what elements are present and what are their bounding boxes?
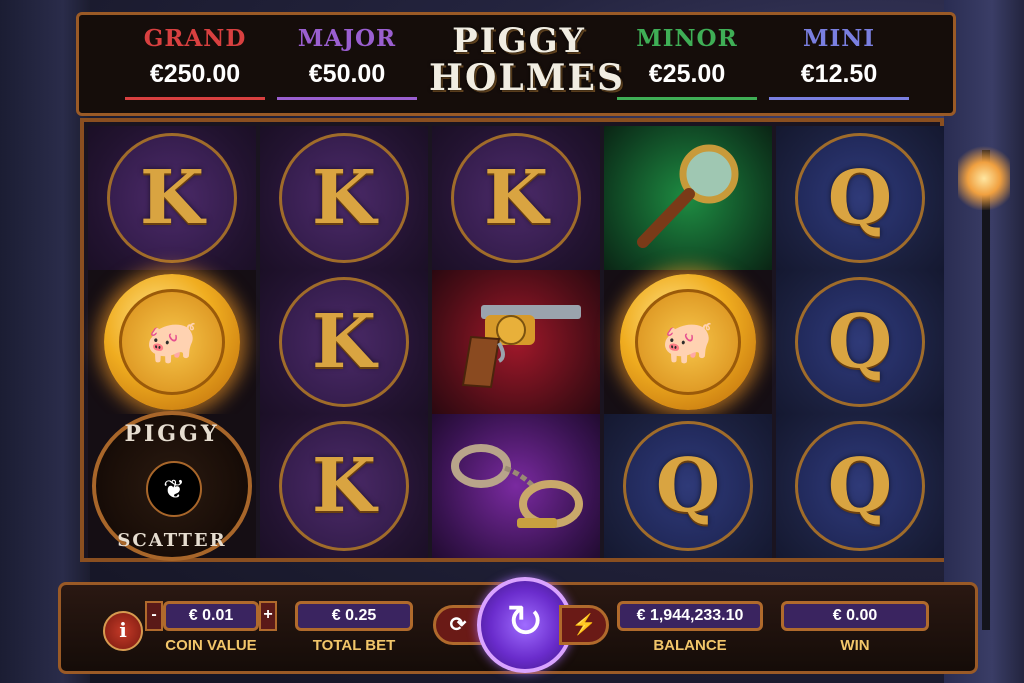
symbol-cell: K [88,126,256,270]
k-symbol: K [451,133,581,263]
lightning-icon: ⚡ [571,614,597,636]
jackpot-mini: MINI €12.50 [769,25,909,100]
reel-4: 🐖 Q [604,126,772,558]
symbol-cell [604,126,772,270]
reel-5: Q Q Q [776,126,944,558]
symbol-cell: K [260,414,428,558]
scatter-bottom-text: SCATTER [117,530,227,551]
symbol-cell: PIGGY ❦ SCATTER [88,411,256,561]
lamp-post [982,150,990,630]
symbol-cell: K [260,126,428,270]
jackpot-major-value: €50.00 [277,56,417,100]
street-lamp [958,140,1010,210]
total-bet-label: TOTAL BET [312,637,396,654]
symbol-cell: Q [776,270,944,414]
jackpot-major-label: MAJOR [297,25,397,52]
info-button[interactable]: i [103,611,143,651]
coin-value-display: € 0.01 [163,601,259,631]
handcuffs-icon [451,444,583,528]
coin-value-decrease-button[interactable]: - [145,601,163,631]
win-label: WIN [840,637,870,654]
revolver-icon [461,305,581,389]
coin-value-increase-button[interactable]: + [259,601,277,631]
q-symbol: Q [795,133,925,263]
q-symbol: Q [795,421,925,551]
spin-arrows-icon: ↻ [505,595,545,647]
autoplay-button[interactable]: ⟳ [433,605,483,645]
turbo-button[interactable]: ⚡ [559,605,609,645]
k-symbol: K [279,277,409,407]
pig-icon: 🐖 [635,289,741,395]
k-symbol: K [107,133,237,263]
hoof-print-icon: ❦ [146,461,202,517]
symbol-cell: K [432,126,600,270]
symbol-cell: K [260,270,428,414]
symbol-cell: 🐖 [88,270,256,414]
reel-2: K K K [260,126,428,558]
jackpot-mini-value: €12.50 [769,56,909,100]
game-logo: PIGGY HOLMES [429,21,625,99]
total-bet-display[interactable]: € 0.25 [295,601,413,631]
jackpot-minor-value: €25.00 [617,56,757,100]
pig-icon: 🐖 [119,289,225,395]
balance-display: € 1,944,233.10 [617,601,763,631]
symbol-cell: Q [604,414,772,558]
q-symbol: Q [623,421,753,551]
coin-value-label: COIN VALUE [165,637,257,654]
jackpot-grand-value: €250.00 [125,56,265,100]
piggy-coin-symbol: 🐖 [104,274,240,410]
logo-line-2: HOLMES [429,57,625,99]
symbol-cell: 🐖 [604,270,772,414]
jackpot-minor-label: MINOR [636,25,738,52]
magnifying-glass-icon [637,144,739,248]
q-symbol: Q [795,277,925,407]
piggy-scatter-symbol: PIGGY ❦ SCATTER [92,411,252,561]
reel-grid: K 🐖 PIGGY ❦ SCATTER K K K K 🐖 Q Q Q Q [80,118,944,562]
reel-1: K 🐖 PIGGY ❦ SCATTER [88,126,256,561]
reel-3: K [432,126,600,558]
k-symbol: K [279,133,409,263]
jackpot-grand-label: GRAND [143,25,247,52]
symbol-cell: Q [776,126,944,270]
jackpot-grand: GRAND €250.00 [125,25,265,100]
k-symbol: K [279,421,409,551]
symbol-cell: Q [776,414,944,558]
jackpot-minor: MINOR €25.00 [617,25,757,100]
piggy-coin-symbol: 🐖 [620,274,756,410]
scatter-top-text: PIGGY [124,421,220,447]
logo-line-1: PIGGY [452,21,586,61]
symbol-cell [432,270,600,414]
jackpot-header: GRAND €250.00 MAJOR €50.00 PIGGY HOLMES … [76,12,956,116]
win-display: € 0.00 [781,601,929,631]
control-bar: i - € 0.01 + COIN VALUE € 0.25 TOTAL BET… [58,577,978,674]
symbol-cell [432,414,600,558]
jackpot-major: MAJOR €50.00 [277,25,417,100]
balance-label: BALANCE [653,637,727,654]
jackpot-mini-label: MINI [802,25,875,52]
autoplay-icon: ⟳ [449,614,467,636]
